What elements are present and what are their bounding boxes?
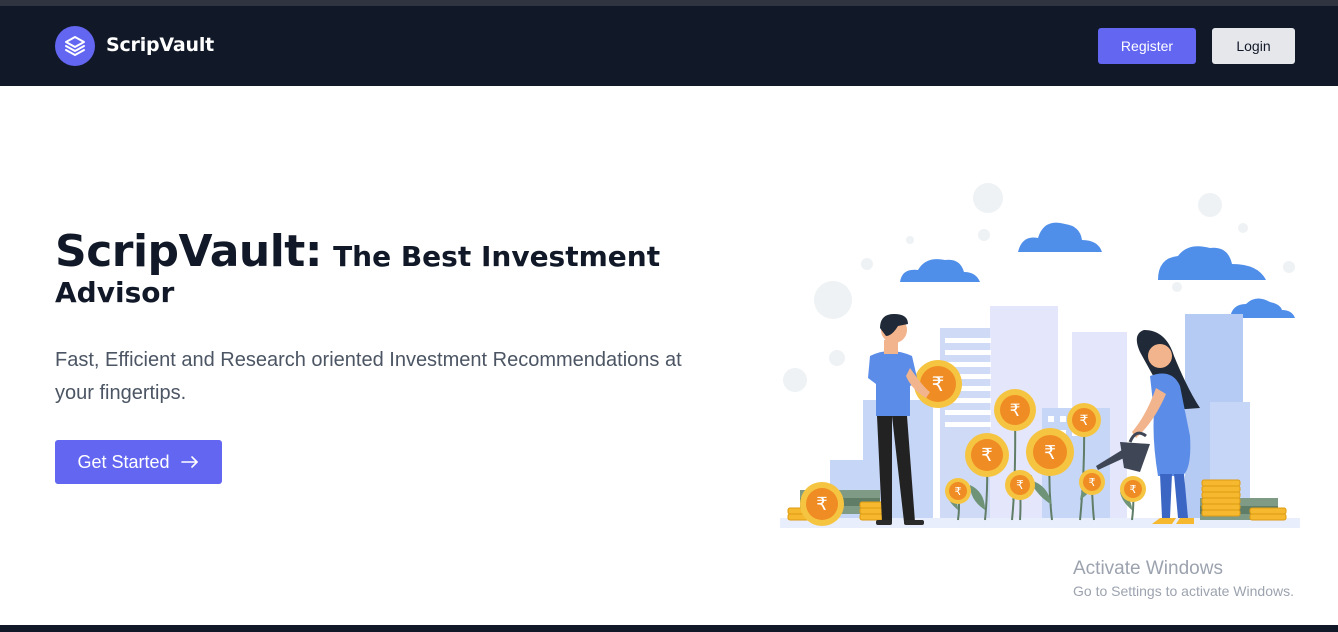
svg-text:₹: ₹ [1044, 442, 1056, 464]
investment-illustration: ₹ ₹ ₹ ₹ ₹ ₹ ₹ ₹ ₹ ₹ [780, 183, 1300, 528]
hero-title: ScripVault: The Best Investment Advisor [55, 224, 695, 315]
hero-title-line2: Advisor [55, 276, 175, 309]
coin: ₹ [945, 478, 971, 504]
svg-text:₹: ₹ [932, 372, 945, 396]
coin: ₹ [994, 389, 1036, 431]
layers-icon [65, 36, 85, 56]
arrow-right-icon [180, 456, 198, 468]
svg-text:₹: ₹ [955, 485, 962, 498]
svg-text:₹: ₹ [1016, 478, 1024, 492]
watermark-title: Activate Windows [1073, 558, 1223, 579]
hero-title-brand: ScripVault: [55, 226, 322, 277]
get-started-button[interactable]: Get Started [55, 440, 222, 484]
coin: ₹ [1120, 476, 1146, 502]
svg-text:₹: ₹ [1080, 413, 1089, 429]
hero-title-tagline: The Best Investment [333, 240, 661, 273]
svg-text:₹: ₹ [981, 445, 992, 466]
brand-name[interactable]: ScripVault [106, 34, 214, 56]
window-bottom-strip [0, 625, 1338, 632]
get-started-label: Get Started [77, 451, 170, 472]
clouds [900, 222, 1295, 318]
coin: ₹ [1026, 428, 1074, 476]
watermark-subtitle: Go to Settings to activate Windows. [1073, 583, 1294, 599]
coin: ₹ [1005, 470, 1035, 500]
coin: ₹ [1067, 403, 1101, 437]
svg-text:₹: ₹ [1089, 476, 1096, 489]
hero-subtitle: Fast, Efficient and Research oriented In… [55, 349, 682, 404]
activate-windows-watermark: Activate Windows Go to Settings to activ… [1073, 558, 1294, 599]
coin: ₹ [965, 433, 1009, 477]
coin: ₹ [800, 482, 844, 526]
svg-text:₹: ₹ [816, 494, 827, 515]
login-button[interactable]: Login [1212, 28, 1295, 64]
register-button[interactable]: Register [1098, 28, 1196, 64]
logo[interactable] [55, 26, 95, 66]
svg-text:₹: ₹ [1130, 483, 1137, 496]
coin: ₹ [1079, 469, 1105, 495]
navbar: ScripVault Register Login [0, 6, 1338, 86]
svg-text:₹: ₹ [1010, 401, 1021, 421]
